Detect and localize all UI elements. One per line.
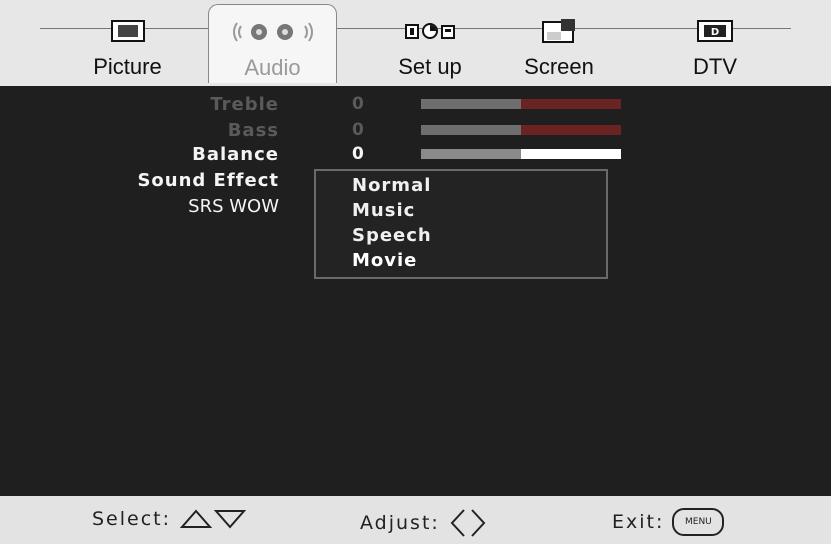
select-hint: Select: <box>92 508 247 530</box>
dtv-icon: D <box>694 18 736 44</box>
sound-effect-label: Sound Effect <box>137 170 279 191</box>
exit-hint: Exit: MENU <box>612 508 725 536</box>
tab-setup[interactable]: Set up <box>380 4 480 82</box>
tab-screen[interactable]: Screen <box>505 4 613 82</box>
sound-effect-option-speech[interactable]: Speech <box>352 225 432 246</box>
tab-label: DTV <box>693 54 737 79</box>
tv-monitor-icon <box>107 18 149 44</box>
exit-hint-label: Exit: <box>612 511 665 533</box>
tab-label: Picture <box>93 54 162 79</box>
srs-wow-label: SRS WOW <box>188 196 279 217</box>
treble-slider[interactable] <box>421 99 621 109</box>
left-right-arrows-icon <box>450 509 486 537</box>
setup-devices-icon <box>400 18 460 44</box>
balance-slider[interactable] <box>421 149 621 159</box>
treble-value: 0 <box>352 94 364 114</box>
up-down-arrows-icon <box>179 509 247 529</box>
bass-label: Bass <box>227 120 279 141</box>
menu-button-icon: MENU <box>672 508 725 536</box>
treble-row[interactable]: Treble 0 <box>0 94 831 116</box>
menu-tab-bar: Picture Audio Set up Screen D DTV <box>0 0 831 86</box>
sound-effect-dropdown[interactable]: Normal Music Speech Movie <box>314 169 608 279</box>
bass-row[interactable]: Bass 0 <box>0 120 831 142</box>
adjust-hint: Adjust: <box>360 508 488 538</box>
treble-label: Treble <box>210 94 279 115</box>
tab-label: Set up <box>398 54 462 79</box>
tab-dtv[interactable]: D DTV <box>665 4 765 82</box>
navigation-hint-bar: Select: Adjust: Exit: MENU <box>0 496 831 544</box>
bass-slider[interactable] <box>421 125 621 135</box>
svg-text:D: D <box>711 27 719 38</box>
balance-row[interactable]: Balance 0 <box>0 144 831 166</box>
tab-picture[interactable]: Picture <box>80 4 175 82</box>
tab-label: Screen <box>524 54 594 79</box>
speaker-waves-icon <box>228 19 318 45</box>
sound-effect-option-normal[interactable]: Normal <box>352 175 431 196</box>
sound-effect-option-music[interactable]: Music <box>352 200 415 221</box>
select-hint-label: Select: <box>92 508 172 530</box>
balance-label: Balance <box>192 144 279 165</box>
audio-settings-panel: Treble 0 Bass 0 Balance 0 Sound Effect S… <box>0 86 831 496</box>
tab-audio[interactable]: Audio <box>208 4 337 83</box>
sound-effect-option-movie[interactable]: Movie <box>352 250 417 271</box>
bass-value: 0 <box>352 120 364 140</box>
adjust-hint-label: Adjust: <box>360 512 440 534</box>
tab-label: Audio <box>244 55 301 80</box>
screen-layout-icon <box>538 18 580 44</box>
balance-value: 0 <box>352 144 364 164</box>
